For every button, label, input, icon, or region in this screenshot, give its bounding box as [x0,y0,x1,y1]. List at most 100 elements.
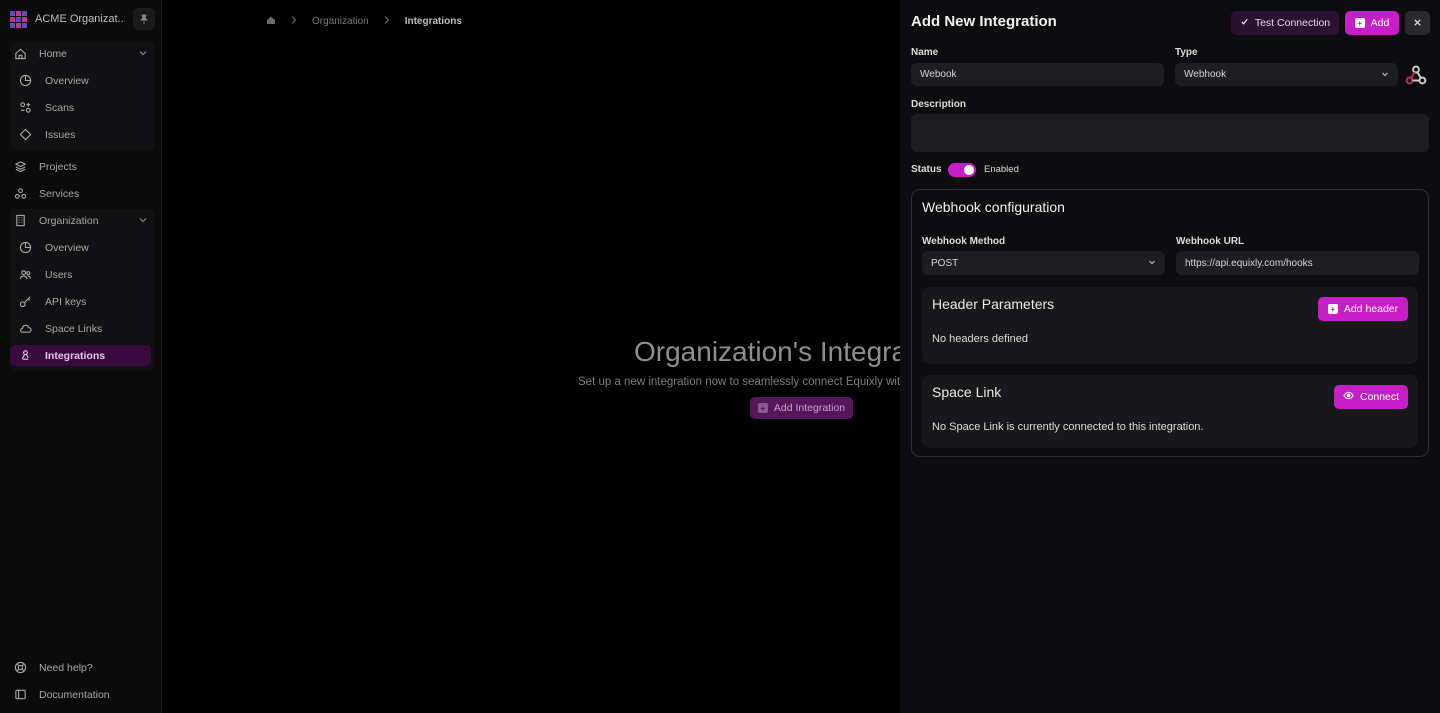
name-input[interactable]: Webook [911,63,1164,86]
sidebar-item-services[interactable]: Services [10,183,151,204]
sidebar-item-scans[interactable]: Scans [10,97,151,118]
sidebar: ACME Organizat... Home Overview Scans Is… [0,0,162,713]
breadcrumb: Organization Integrations [266,15,462,28]
empty-state-subtitle: Set up a new integration now to seamless… [578,376,907,388]
sidebar-item-label: Space Links [45,322,103,335]
sidebar-item-label: Services [39,187,80,200]
sidebar-item-label: Integrations [45,349,106,362]
breadcrumb-organization[interactable]: Organization [312,16,369,27]
layers-icon [13,160,27,174]
sidebar-item-label: Need help? [39,661,93,674]
webhook-icon [18,349,32,363]
pie-chart-icon [18,241,32,255]
sidebar-item-projects[interactable]: Projects [10,156,151,177]
connect-label: Connect [1359,391,1400,403]
type-label: Type [1175,47,1198,58]
status-label: Status [911,164,942,175]
sidebar-item-label: Scans [45,101,75,114]
sidebar-item-label: Overview [45,241,89,254]
webhook-config-title: Webhook configuration [922,199,1065,215]
cloud-icon [18,322,32,336]
description-textarea[interactable] [911,114,1429,152]
plus-square-icon: + [1327,304,1338,314]
panel-title: Add New Integration [911,13,1057,30]
test-connection-label: Test Connection [1254,17,1331,29]
add-header-label: Add header [1343,303,1399,315]
chevron-right-icon [290,15,298,28]
sidebar-item-api-keys[interactable]: API keys [10,291,151,312]
type-value: Webhook [1184,69,1227,80]
chevron-right-icon [383,15,391,28]
add-integration-button[interactable]: + Add Integration [750,397,853,419]
check-icon [1240,17,1249,29]
services-icon [13,187,27,201]
home-icon[interactable] [266,15,276,28]
sidebar-item-label: Projects [39,160,77,173]
org-switcher[interactable]: ACME Organizat... [10,8,155,30]
sidebar-item-label: Users [45,268,73,281]
description-label: Description [911,99,967,110]
webhook-url-input[interactable]: https://api.equixly.com/hooks [1176,251,1419,275]
org-logo-icon [10,10,27,28]
space-link-section: Space Link Connect No Space Link is curr… [922,375,1418,448]
diamond-icon [18,128,32,142]
pin-icon[interactable] [133,8,155,30]
close-icon [1413,16,1422,30]
test-connection-button[interactable]: Test Connection [1231,11,1339,35]
no-space-link-text: No Space Link is currently connected to … [932,421,1204,433]
building-icon [13,214,27,228]
chevron-down-icon [1380,69,1390,82]
sidebar-item-label: Documentation [39,688,110,701]
sidebar-item-organization[interactable]: Organization [10,210,151,231]
header-parameters-title: Header Parameters [932,296,1055,312]
sidebar-item-integrations[interactable]: Integrations [10,345,151,366]
sidebar-item-home[interactable]: Home [10,43,151,64]
webhook-url-value: https://api.equixly.com/hooks [1185,257,1313,269]
pie-chart-icon [18,74,32,88]
breadcrumb-current: Integrations [404,16,462,27]
close-button[interactable] [1405,11,1430,35]
space-link-title: Space Link [932,384,1002,400]
plus-square-icon: + [1354,18,1365,28]
sidebar-item-space-links[interactable]: Space Links [10,318,151,339]
add-header-button[interactable]: + Add header [1318,297,1408,321]
webhook-url-label: Webhook URL [1176,236,1245,247]
status-value: Enabled [984,164,1019,175]
name-label: Name [911,47,939,58]
eye-icon [1343,391,1354,403]
sidebar-item-label: API keys [45,295,87,308]
plus-square-icon: + [757,403,768,413]
scans-icon [18,101,32,115]
users-icon [18,268,32,282]
status-toggle[interactable] [948,163,976,177]
name-value: Webook [920,69,957,80]
empty-state-title: Organization's Integra [634,336,908,367]
key-icon [18,295,32,309]
add-integration-panel: Add New Integration Test Connection + Ad… [900,0,1440,713]
sidebar-item-issues[interactable]: Issues [10,124,151,145]
chevron-down-icon[interactable] [137,47,149,62]
webhook-method-select[interactable]: POST [922,251,1165,275]
webhook-method-value: POST [931,257,959,269]
book-icon [13,688,27,702]
add-integration-label: Add Integration [773,402,846,414]
connect-button[interactable]: Connect [1334,385,1408,409]
lifebuoy-icon [13,661,27,675]
sidebar-item-help[interactable]: Need help? [10,657,151,678]
type-select[interactable]: Webhook [1175,63,1398,86]
sidebar-item-users[interactable]: Users [10,264,151,285]
webhook-type-icon [1405,65,1427,85]
sidebar-item-org-overview[interactable]: Overview [10,237,151,258]
webhook-config-section: Webhook configuration Webhook Method POS… [911,189,1429,457]
org-name: ACME Organizat... [35,13,125,25]
chevron-down-icon[interactable] [137,214,149,229]
sidebar-item-label: Overview [45,74,89,87]
add-button[interactable]: + Add [1345,11,1399,35]
sidebar-item-label: Home [39,47,68,60]
sidebar-item-documentation[interactable]: Documentation [10,684,151,705]
home-icon [13,47,27,61]
add-label: Add [1370,17,1390,29]
no-headers-text: No headers defined [932,333,1029,345]
sidebar-item-home-overview[interactable]: Overview [10,70,151,91]
header-parameters-section: Header Parameters + Add header No header… [922,287,1418,364]
